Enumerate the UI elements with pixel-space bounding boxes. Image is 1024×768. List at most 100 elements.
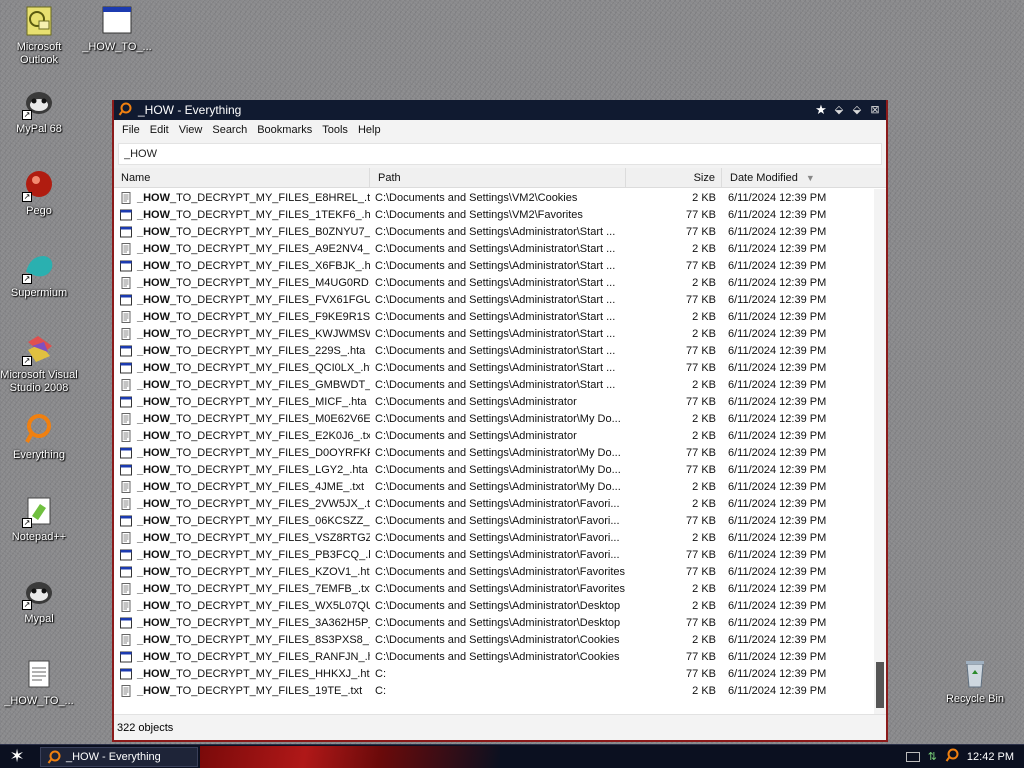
maximize-button[interactable]: ⬙ (850, 103, 864, 117)
taskbar-button-everything[interactable]: _HOW - Everything (40, 746, 198, 767)
clock[interactable]: 12:42 PM (967, 751, 1014, 763)
table-row[interactable]: _HOW _TO_DECRYPT_MY_FILES_229S_.hta C:\Doc… (114, 342, 874, 359)
menu-edit[interactable]: Edit (146, 124, 175, 136)
desktop-icon-everything[interactable]: Everything (0, 412, 78, 462)
keyboard-icon[interactable] (905, 751, 920, 762)
table-row[interactable]: _HOW _TO_DECRYPT_MY_FILES_8S3PXS8_.txt C:\… (114, 631, 874, 648)
taskbar-button-label: _HOW - Everything (66, 750, 161, 763)
cell-name: _HOW _TO_DECRYPT_MY_FILES_KZOV1_.hta (114, 566, 370, 578)
column-name[interactable]: Name (114, 168, 370, 187)
table-row[interactable]: _HOW _TO_DECRYPT_MY_FILES_2VW5JX_.txt C:\D… (114, 495, 874, 512)
vertical-scrollbar[interactable] (874, 189, 886, 714)
desktop-icon-outlook[interactable]: Microsoft Outlook (0, 4, 78, 67)
results-list[interactable]: Name Path Size Date Modified ▼ _HOW _TO_DE… (114, 168, 886, 714)
menu-search[interactable]: Search (208, 124, 253, 136)
cell-size: 77 KB (686, 344, 716, 357)
table-row[interactable]: _HOW _TO_DECRYPT_MY_FILES_GMBWDT_.txt C:\D… (114, 376, 874, 393)
scrollbar-thumb[interactable] (876, 662, 884, 708)
table-row[interactable]: _HOW _TO_DECRYPT_MY_FILES_FVX61FGU_.... C:… (114, 291, 874, 308)
cell-date: 6/11/2024 12:39 PM (728, 650, 827, 663)
start-button[interactable]: ✶ (0, 745, 34, 768)
cell-path: C:\Documents and Settings\Administrator\… (375, 616, 621, 629)
match-highlight: _HOW (137, 225, 170, 238)
title-bar[interactable]: _HOW - Everything ★ ⬙ ⬙ ⊠ (114, 100, 886, 120)
table-row[interactable]: _HOW _TO_DECRYPT_MY_FILES_KWJWMSW.... C:\D… (114, 325, 874, 342)
everything-icon (47, 750, 61, 764)
desktop-icon-supermium[interactable]: ↗ Supermium (0, 250, 78, 300)
table-row[interactable]: _HOW _TO_DECRYPT_MY_FILES_M0E62V6E_.... C:… (114, 410, 874, 427)
file-name-rest: _TO_DECRYPT_MY_FILES_RANFJN_.hta (170, 650, 370, 663)
cell-size: 2 KB (692, 327, 716, 340)
cell-name: _HOW _TO_DECRYPT_MY_FILES_7EMFB_.txt (114, 582, 370, 595)
cell-name: _HOW _TO_DECRYPT_MY_FILES_VSZ8RTGZ_.... (114, 531, 370, 544)
everything-tray-icon[interactable] (945, 748, 959, 765)
desktop-icon-mypal[interactable]: ↗ Mypal (0, 576, 78, 626)
menu-file[interactable]: File (118, 124, 146, 136)
search-input[interactable] (118, 143, 882, 165)
hta-file-icon (120, 668, 137, 680)
table-row[interactable]: _HOW _TO_DECRYPT_MY_FILES_MICF_.hta C:\Doc… (114, 393, 874, 410)
menu-tools[interactable]: Tools (318, 124, 354, 136)
table-row[interactable]: _HOW _TO_DECRYPT_MY_FILES_A9E2NV4_.txt C:\… (114, 240, 874, 257)
desktop-icon-how-hta[interactable]: _HOW_TO_... (78, 4, 156, 54)
desktop-icon-visual-studio[interactable]: ↗ Microsoft Visual Studio 2008 (0, 332, 78, 395)
table-row[interactable]: _HOW _TO_DECRYPT_MY_FILES_7EMFB_.txt C:\Do… (114, 580, 874, 597)
column-size[interactable]: Size (626, 168, 722, 187)
file-name-rest: _TO_DECRYPT_MY_FILES_7EMFB_.txt (170, 582, 370, 595)
text-file-icon (120, 310, 137, 323)
table-row[interactable]: _HOW _TO_DECRYPT_MY_FILES_F9KE9R1S_.... C:… (114, 308, 874, 325)
column-path[interactable]: Path (370, 168, 626, 187)
table-row[interactable]: _HOW _TO_DECRYPT_MY_FILES_PB3FCQ_.hta C:\D… (114, 546, 874, 563)
file-name-rest: _TO_DECRYPT_MY_FILES_MICF_.hta (170, 395, 367, 408)
cell-size: 77 KB (686, 208, 716, 221)
column-date-modified[interactable]: Date Modified ▼ (722, 168, 876, 187)
everything-window[interactable]: _HOW - Everything ★ ⬙ ⬙ ⊠ File Edit View… (112, 100, 888, 742)
table-row[interactable]: _HOW _TO_DECRYPT_MY_FILES_06KCSZZ_.... C:\… (114, 512, 874, 529)
desktop-icon-recycle-bin[interactable]: Recycle Bin (936, 656, 1014, 706)
star-icon: ✶ (9, 746, 25, 766)
table-row[interactable]: _HOW _TO_DECRYPT_MY_FILES_LGY2_.hta C:\Doc… (114, 461, 874, 478)
table-row[interactable]: _HOW _TO_DECRYPT_MY_FILES_QCI0LX_.hta C:\D… (114, 359, 874, 376)
pin-icon[interactable]: ★ (814, 103, 828, 117)
table-row[interactable]: _HOW _TO_DECRYPT_MY_FILES_3A362H5P_.... C:… (114, 614, 874, 631)
system-tray: ⇅ 12:42 PM (905, 748, 1024, 765)
desktop-icon-label: Pego (26, 205, 52, 217)
table-row[interactable]: _HOW _TO_DECRYPT_MY_FILES_E8HREL_.txt C:\D… (114, 189, 874, 206)
table-row[interactable]: _HOW _TO_DECRYPT_MY_FILES_VSZ8RTGZ_.... C:… (114, 529, 874, 546)
table-row[interactable]: _HOW _TO_DECRYPT_MY_FILES_HHKXJ_.hta C: 77 … (114, 665, 874, 682)
network-icon[interactable]: ⇅ (928, 750, 937, 763)
table-row[interactable]: _HOW _TO_DECRYPT_MY_FILES_4JME_.txt C:\Doc… (114, 478, 874, 495)
table-row[interactable]: _HOW _TO_DECRYPT_MY_FILES_B0ZNYU7_.... C:\… (114, 223, 874, 240)
minimize-button[interactable]: ⬙ (832, 103, 846, 117)
table-row[interactable]: _HOW _TO_DECRYPT_MY_FILES_19TE_.txt C: 2 KB… (114, 682, 874, 699)
file-name-rest: _TO_DECRYPT_MY_FILES_X6FBJK_.hta (170, 259, 370, 272)
hta-file-icon (120, 226, 137, 238)
menu-help[interactable]: Help (354, 124, 387, 136)
text-file-icon (120, 531, 137, 544)
menu-bookmarks[interactable]: Bookmarks (253, 124, 318, 136)
hta-file-icon (120, 515, 137, 527)
desktop-icon-pego[interactable]: ↗ Pego (0, 168, 78, 218)
file-name-rest: _TO_DECRYPT_MY_FILES_D0OYRFKR.... (170, 446, 370, 459)
table-row[interactable]: _HOW _TO_DECRYPT_MY_FILES_KZOV1_.hta C:\Do… (114, 563, 874, 580)
table-row[interactable]: _HOW _TO_DECRYPT_MY_FILES_RANFJN_.hta C:\D… (114, 648, 874, 665)
table-row[interactable]: _HOW _TO_DECRYPT_MY_FILES_D0OYRFKR.... C:\… (114, 444, 874, 461)
close-button[interactable]: ⊠ (868, 103, 882, 117)
cell-size: 2 KB (692, 412, 716, 425)
column-header: Name Path Size Date Modified ▼ (114, 168, 886, 188)
desktop-icon-how-txt[interactable]: _HOW_TO_... (0, 658, 78, 708)
file-name-rest: _TO_DECRYPT_MY_FILES_WX5L07QU.... (170, 599, 370, 612)
cell-path: C:\Documents and Settings\Administrator\… (375, 259, 616, 272)
desktop-icon-notepadpp[interactable]: ↗ Notepad++ (0, 494, 78, 544)
table-row[interactable]: _HOW _TO_DECRYPT_MY_FILES_M4UG0RD.... C:\D… (114, 274, 874, 291)
cell-path: C:\Documents and Settings\Administrator (375, 429, 577, 442)
match-highlight: _HOW (137, 242, 170, 255)
table-row[interactable]: _HOW _TO_DECRYPT_MY_FILES_E2K0J6_.txt C:\D… (114, 427, 874, 444)
cell-name: _HOW _TO_DECRYPT_MY_FILES_1TEKF6_.hta (114, 209, 370, 221)
file-name-rest: _TO_DECRYPT_MY_FILES_4JME_.txt (170, 480, 364, 493)
table-row[interactable]: _HOW _TO_DECRYPT_MY_FILES_1TEKF6_.hta C:\D… (114, 206, 874, 223)
table-row[interactable]: _HOW _TO_DECRYPT_MY_FILES_WX5L07QU.... C:\… (114, 597, 874, 614)
desktop-icon-mypal68[interactable]: ↗ MyPal 68 (0, 86, 78, 136)
table-row[interactable]: _HOW _TO_DECRYPT_MY_FILES_X6FBJK_.hta C:\D… (114, 257, 874, 274)
menu-view[interactable]: View (175, 124, 209, 136)
